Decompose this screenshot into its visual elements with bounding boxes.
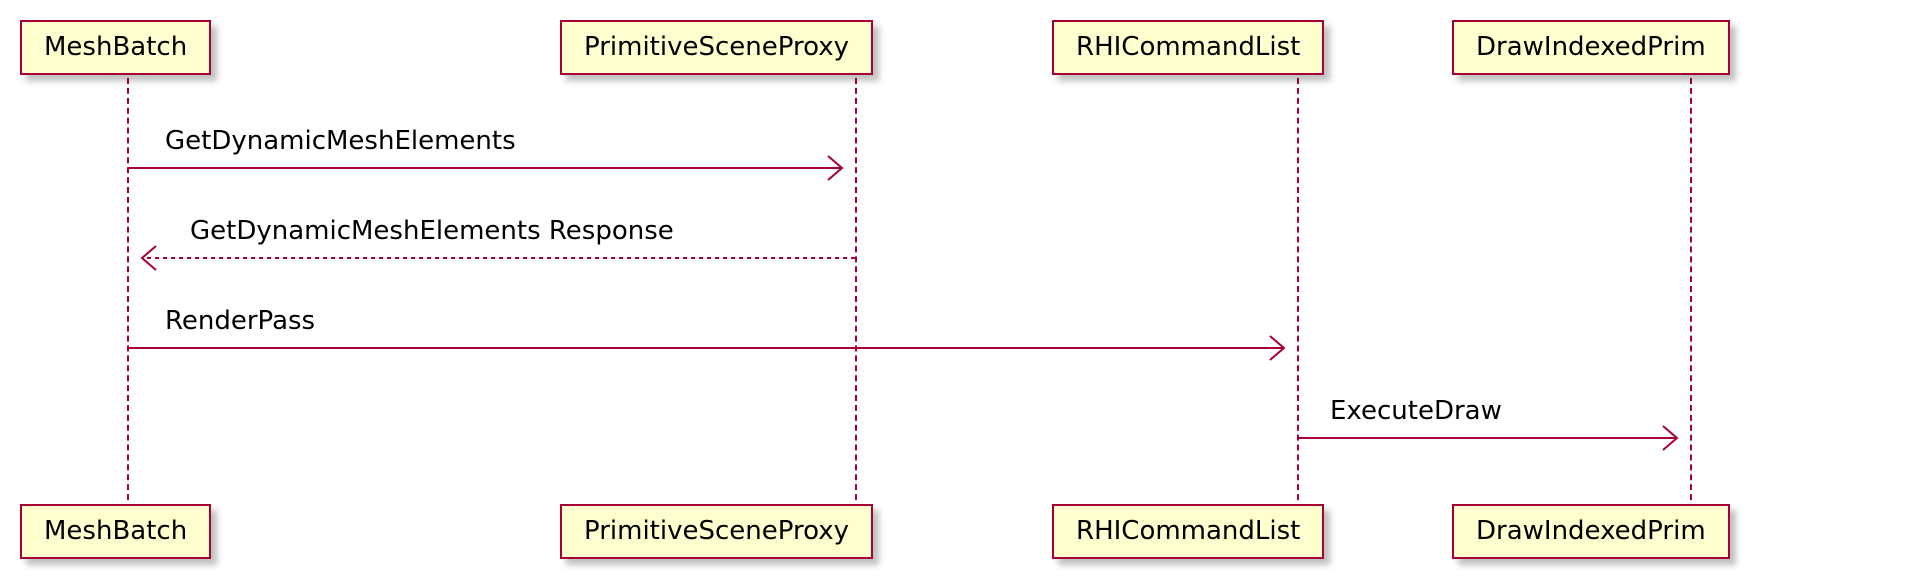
msg-label-getdynamicmeshelements-response: GetDynamicMeshElements Response	[190, 216, 674, 246]
participant-top-primitivesceneproxy: PrimitiveSceneProxy	[560, 20, 873, 75]
arrowhead-getdynamicmeshelements-response	[142, 246, 156, 270]
lifeline-meshbatch	[127, 78, 129, 510]
arrows-layer	[0, 0, 1920, 588]
participant-top-rhicommandlist: RHICommandList	[1052, 20, 1324, 75]
arrowhead-renderpass	[1270, 336, 1284, 360]
participant-bottom-primitivesceneproxy: PrimitiveSceneProxy	[560, 504, 873, 559]
msg-label-renderpass: RenderPass	[165, 306, 315, 336]
participant-bottom-drawindexedprim: DrawIndexedPrim	[1452, 504, 1730, 559]
lifeline-rhicommandlist	[1297, 78, 1299, 510]
arrowhead-executedraw	[1663, 426, 1677, 450]
msg-label-executedraw: ExecuteDraw	[1330, 396, 1502, 426]
participant-top-meshbatch: MeshBatch	[20, 20, 211, 75]
sequence-diagram: MeshBatch PrimitiveSceneProxy RHICommand…	[0, 0, 1920, 588]
lifeline-primitivesceneproxy	[855, 78, 857, 510]
msg-label-getdynamicmeshelements: GetDynamicMeshElements	[165, 126, 516, 156]
arrowhead-getdynamicmeshelements	[828, 156, 842, 180]
participant-bottom-meshbatch: MeshBatch	[20, 504, 211, 559]
participant-top-drawindexedprim: DrawIndexedPrim	[1452, 20, 1730, 75]
participant-bottom-rhicommandlist: RHICommandList	[1052, 504, 1324, 559]
lifeline-drawindexedprim	[1690, 78, 1692, 510]
